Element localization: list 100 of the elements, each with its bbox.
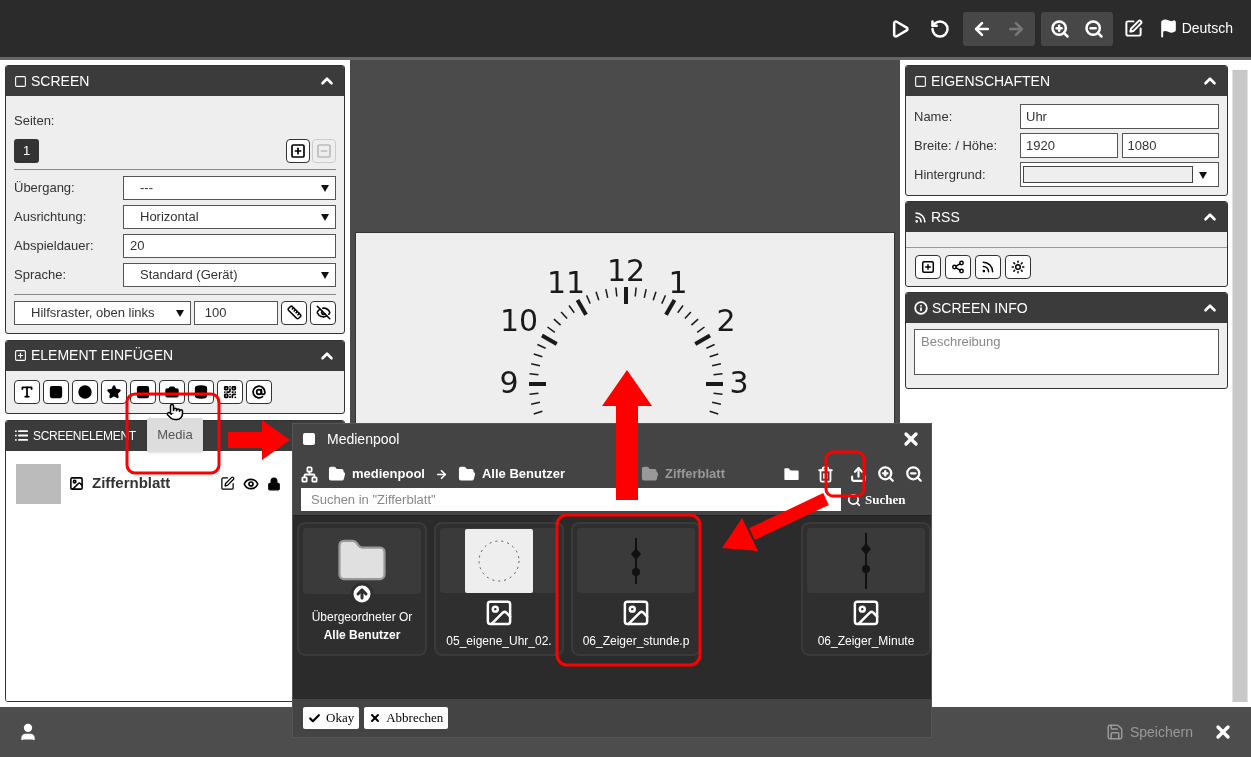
panel-title: RSS <box>931 207 960 227</box>
rss-share-button[interactable] <box>945 255 971 279</box>
media-item-label: 06_Zeiger_Minute <box>817 633 915 650</box>
share-icon <box>951 260 965 274</box>
trash-icon[interactable] <box>817 465 834 483</box>
add-page-button[interactable] <box>286 138 310 163</box>
media-item-card[interactable]: 05_eigene_Uhr_02. <box>434 522 564 656</box>
right-arrow-icon <box>434 467 448 481</box>
sun-icon <box>1011 260 1025 274</box>
field-label: Übergang: <box>14 178 76 197</box>
close-icon <box>369 712 382 724</box>
clock-numeral: 3 <box>729 365 749 400</box>
media-item-sublabel: Alle Benutzer <box>323 627 401 644</box>
search-field[interactable]: Suchen in "Zifferblatt" <box>301 488 841 511</box>
page-tab[interactable]: 1 <box>14 138 39 163</box>
pages-label: Seiten: <box>14 112 56 130</box>
snap-grid-button[interactable] <box>281 300 308 325</box>
minus-icon <box>316 142 332 159</box>
folder-icon <box>457 465 476 483</box>
annotation-arrow <box>228 420 290 460</box>
dropdown-caret-icon <box>175 308 184 317</box>
color-select-field[interactable] <box>1020 162 1219 187</box>
grid-select-field[interactable]: Hilfsraster, oben links <box>14 300 191 325</box>
panel-title: SCREEN INFO <box>932 298 1028 318</box>
zoom-out-icon[interactable] <box>905 465 923 483</box>
folder-icon <box>641 465 660 483</box>
database-icon <box>194 384 208 399</box>
clock-numeral: 12 <box>606 253 646 288</box>
folder-icon <box>328 465 346 483</box>
annotation-highlight-frame <box>824 450 866 498</box>
media-item-card[interactable]: 06_Zeiger_stunde.p <box>571 522 701 656</box>
check-icon <box>308 711 321 725</box>
list-icon <box>14 428 29 443</box>
media-item-label: Übergeordneter Or <box>311 609 413 626</box>
rss-settings-button[interactable] <box>1005 255 1031 279</box>
qr-code-tool-button[interactable] <box>217 379 243 404</box>
name-field[interactable]: Uhr <box>1020 104 1219 129</box>
email-tool-button[interactable] <box>246 379 272 404</box>
rss-add-button[interactable] <box>915 255 941 279</box>
plus-icon <box>921 260 935 274</box>
zoom-in-icon <box>1049 18 1070 39</box>
lock-icon[interactable] <box>267 476 281 491</box>
square-tool-button[interactable] <box>43 379 69 404</box>
zoom-in-icon[interactable] <box>877 465 895 483</box>
scrollbar[interactable] <box>1232 70 1248 702</box>
clock-thumbnail <box>465 528 533 593</box>
user-icon[interactable] <box>18 722 38 742</box>
grid-size-field[interactable]: 100 <box>193 300 279 325</box>
clock-hand-icon <box>859 532 873 589</box>
text-tool-button[interactable] <box>14 379 40 404</box>
search-button[interactable]: Suchen <box>847 489 906 510</box>
media-item-card[interactable]: 06_Zeiger_Minute <box>801 522 931 656</box>
dropdown-caret-icon <box>321 270 329 279</box>
tooltip: Media <box>147 418 203 452</box>
rss-icon <box>914 210 927 224</box>
height-field[interactable]: 1080 <box>1121 133 1219 158</box>
width-field[interactable]: 1920 <box>1020 133 1118 158</box>
field-label: Ausrichtung: <box>14 207 88 226</box>
close-icon[interactable] <box>901 429 921 449</box>
undo-icon <box>929 18 950 39</box>
select-field[interactable]: --- <box>123 175 336 200</box>
info-icon <box>914 301 928 315</box>
rss-icon <box>981 260 995 274</box>
circle-tool-button[interactable] <box>72 379 98 404</box>
square-icon <box>49 384 63 399</box>
hide-grid-button[interactable] <box>310 300 336 325</box>
panel-title: ELEMENT EINFÜGEN <box>31 346 174 365</box>
clock-thumbnail <box>16 463 61 504</box>
ruler-icon <box>286 305 302 320</box>
input-field[interactable]: 20 <box>123 233 336 258</box>
clock-numeral: 11 <box>546 265 586 300</box>
select-field[interactable]: Standard (Gerät) <box>123 262 336 287</box>
field-label: Sprache: <box>14 265 68 284</box>
okay-button[interactable]: Okay <box>303 707 360 729</box>
language-button[interactable]: Deutsch <box>1158 18 1233 39</box>
close-icon[interactable] <box>1213 722 1233 742</box>
description-field[interactable]: Beschreibung <box>914 329 1219 375</box>
media-item-label: 05_eigene_Uhr_02. <box>446 633 552 650</box>
dropdown-caret-icon <box>1199 170 1207 179</box>
media-item-card[interactable]: Übergeordneter Or Alle Benutzer <box>297 522 427 656</box>
dialog-title: Medienpool <box>327 429 401 449</box>
select-field[interactable]: Horizontal <box>123 204 336 229</box>
field-label: Hintergrund: <box>914 165 987 184</box>
zoom-out-icon <box>1083 18 1104 39</box>
field-label: Breite: / Höhe: <box>914 136 999 155</box>
square-icon <box>303 433 315 445</box>
clock-hand-icon <box>629 537 643 584</box>
panel-title: SCREEN <box>31 71 90 91</box>
cancel-button[interactable]: Abbrechen <box>364 707 449 729</box>
plus-icon <box>290 142 306 159</box>
breadcrumb-link[interactable]: Alle Benutzer <box>457 464 566 484</box>
element-name[interactable]: Ziffernblatt <box>92 472 212 495</box>
star-tool-button[interactable] <box>101 379 127 404</box>
edit-icon[interactable] <box>220 476 235 491</box>
save-icon <box>1105 723 1124 741</box>
clock-numeral: 2 <box>716 303 736 338</box>
rss-feed-button[interactable] <box>975 255 1001 279</box>
breadcrumb-link[interactable]: medienpool <box>328 464 425 484</box>
flag-icon <box>1158 19 1178 38</box>
sitemap-icon[interactable] <box>301 465 318 483</box>
